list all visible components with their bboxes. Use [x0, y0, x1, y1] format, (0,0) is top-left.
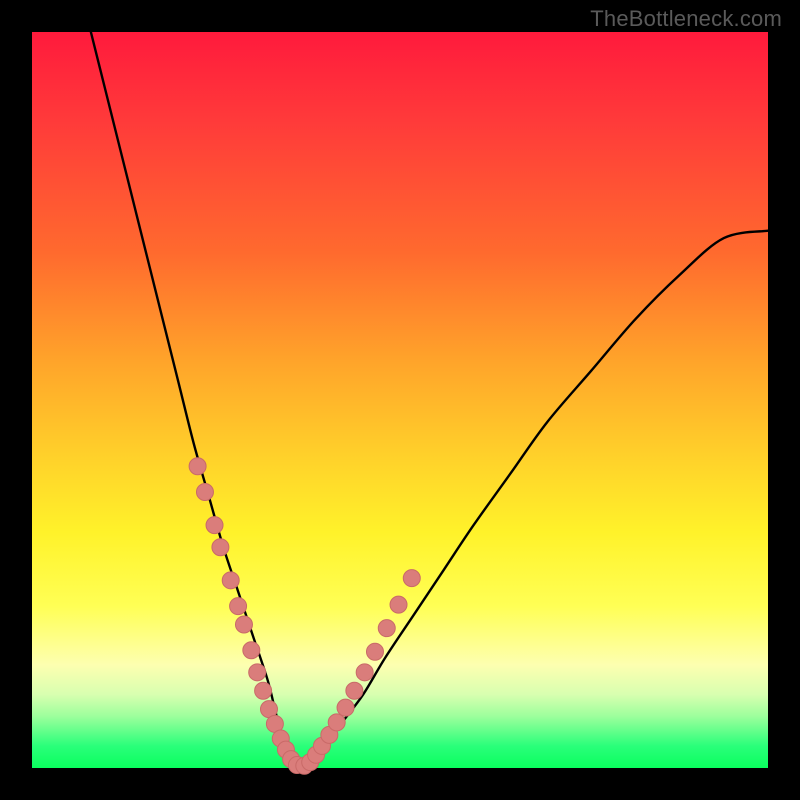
curve-dot: [249, 664, 266, 681]
bottleneck-curve: [91, 32, 768, 769]
watermark-text: TheBottleneck.com: [590, 6, 782, 32]
curve-dot: [255, 682, 272, 699]
curve-dot: [328, 714, 345, 731]
curve-dot: [366, 643, 383, 660]
curve-dot: [403, 570, 420, 587]
curve-dot: [196, 484, 213, 501]
curve-dot: [206, 517, 223, 534]
curve-dot: [212, 539, 229, 556]
curve-dot: [189, 458, 206, 475]
chart-frame: TheBottleneck.com: [0, 0, 800, 800]
chart-overlay: [32, 32, 768, 768]
plot-area: [32, 32, 768, 768]
curve-dots: [189, 458, 420, 775]
curve-dot: [337, 699, 354, 716]
curve-dot: [390, 596, 407, 613]
curve-dot: [378, 620, 395, 637]
curve-dot: [230, 598, 247, 615]
curve-dot: [235, 616, 252, 633]
curve-dot: [356, 664, 373, 681]
curve-dot: [243, 642, 260, 659]
curve-dot: [222, 572, 239, 589]
curve-dot: [346, 682, 363, 699]
